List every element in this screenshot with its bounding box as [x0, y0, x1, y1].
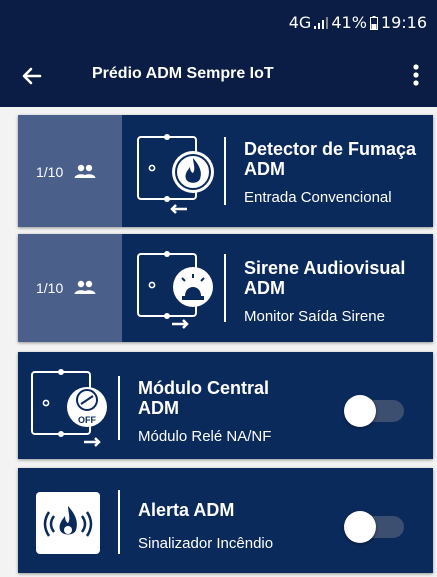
alert-toggle-switch[interactable]: [342, 510, 406, 544]
device-type: Módulo Relé NA/NF: [138, 428, 272, 445]
device-name-line1: Sirene Audiovisual: [244, 258, 406, 278]
device-card-relay-module[interactable]: OFF Módulo Central ADM Módulo Relé NA/NF: [18, 352, 433, 459]
device-type: Entrada Convencional: [244, 189, 392, 206]
device-card-fire-alert[interactable]: Alerta ADM Sinalizador Incêndio: [18, 468, 433, 573]
counter-value: 1/10: [36, 164, 64, 180]
signal-icon: [314, 16, 329, 29]
device-name: Alerta ADM: [138, 500, 235, 520]
device-name-line2: ADM: [244, 159, 285, 179]
device-card-smoke-detector[interactable]: 1/10 Detector de Fumaça ADM Entrada Conv…: [18, 115, 433, 227]
relay-module-icon: OFF: [31, 369, 107, 447]
relay-toggle-switch[interactable]: [342, 394, 406, 428]
divider: [224, 137, 226, 205]
status-indicators: 4G 41% 19:16: [289, 13, 427, 32]
app-bar: Prédio ADM Sempre IoT: [0, 44, 437, 107]
divider: [118, 490, 120, 554]
clock: 19:16: [380, 13, 427, 32]
network-type: 4G: [288, 13, 312, 32]
device-name-line1: Detector de Fumaça: [244, 139, 417, 159]
more-vert-icon: [413, 64, 419, 86]
arrow-back-icon: [22, 67, 42, 85]
device-name-line2: ADM: [244, 278, 285, 298]
user-counter[interactable]: 1/10: [18, 115, 122, 227]
people-icon: [74, 280, 96, 294]
device-name-line2: ADM: [138, 398, 179, 418]
siren-icon: [137, 251, 213, 329]
device-card-siren[interactable]: 1/10 Sirene Audiovisual ADM Monitor Saíd…: [18, 234, 433, 342]
fire-alert-icon: [36, 492, 100, 554]
off-badge: OFF: [78, 415, 96, 425]
device-name-line1: Módulo Central: [138, 378, 269, 398]
user-counter[interactable]: 1/10: [18, 234, 122, 342]
device-type: Sinalizador Incêndio: [138, 535, 274, 552]
battery-percent: 41%: [331, 13, 367, 32]
toggle-knob: [344, 511, 376, 543]
divider: [118, 376, 120, 440]
device-type: Monitor Saída Sirene: [244, 308, 385, 325]
toggle-knob: [344, 395, 376, 427]
counter-value: 1/10: [36, 280, 64, 296]
people-icon: [74, 164, 96, 178]
back-button[interactable]: [16, 60, 48, 92]
divider: [224, 254, 226, 322]
battery-icon: [369, 15, 378, 30]
overflow-menu-button[interactable]: [403, 58, 429, 92]
smoke-detector-icon: [137, 134, 214, 214]
page-title: Prédio ADM Sempre IoT: [92, 65, 274, 82]
status-bar: 4G 41% 19:16: [0, 0, 437, 44]
